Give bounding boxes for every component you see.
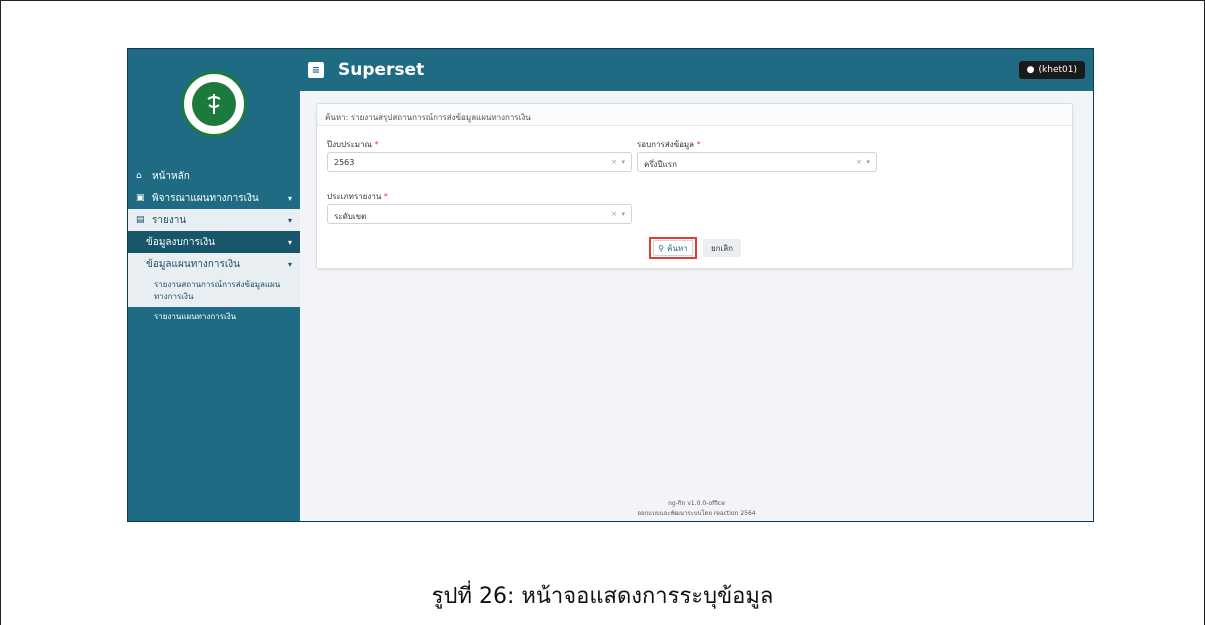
type-label-text: ประเภทรายงาน bbox=[327, 192, 382, 201]
sidebar-item-reports[interactable]: ▤ รายงาน ▾ bbox=[128, 209, 300, 231]
sidebar-item-home[interactable]: ⌂ หน้าหลัก bbox=[128, 165, 300, 187]
logo-area bbox=[128, 49, 300, 159]
chevron-down-icon: ▾ bbox=[287, 215, 292, 225]
sidebar-item-label: ข้อมูลงบการเงิน bbox=[146, 236, 215, 248]
search-button-label: ค้นหา bbox=[667, 243, 688, 253]
logo-emblem-icon bbox=[192, 82, 236, 126]
select-controls: × ▾ bbox=[856, 158, 870, 166]
chevron-down-icon[interactable]: ▾ bbox=[866, 158, 870, 166]
credit-text: ออกแบบและพัฒนาระบบโดย reaction 2564 bbox=[637, 510, 756, 517]
sidebar-item-label: พิจารณาแผนทางการเงิน bbox=[152, 192, 259, 204]
search-button[interactable]: ⚲ ค้นหา bbox=[653, 240, 693, 256]
clear-icon[interactable]: × bbox=[856, 158, 862, 166]
ministry-logo bbox=[181, 71, 247, 137]
file-icon: ▤ bbox=[136, 215, 145, 225]
year-select[interactable]: 2563 × ▾ bbox=[327, 152, 632, 172]
user-icon: ● bbox=[1026, 65, 1035, 75]
clear-icon[interactable]: × bbox=[611, 158, 617, 166]
menu-toggle-icon[interactable]: ≡ bbox=[308, 62, 324, 78]
home-icon: ⌂ bbox=[136, 171, 142, 181]
round-select[interactable]: ครึ่งปีแรก × ▾ bbox=[637, 152, 877, 172]
round-value: ครึ่งปีแรก bbox=[644, 160, 677, 169]
sidebar-item-label: รายงานแผนทางการเงิน bbox=[154, 312, 237, 321]
required-mark: * bbox=[383, 192, 388, 201]
sidebar-item-label: รายงาน bbox=[152, 214, 187, 226]
top-navbar: ≡ Superset ● (khet01) bbox=[300, 49, 1093, 91]
report-type-select[interactable]: ระดับเขต × ▾ bbox=[327, 204, 632, 224]
user-menu-button[interactable]: ● (khet01) bbox=[1018, 61, 1085, 79]
chevron-down-icon: ▾ bbox=[287, 237, 292, 247]
sidebar-item-financial-plan[interactable]: ▣ พิจารณาแผนทางการเงิน ▾ bbox=[128, 187, 300, 209]
search-button-highlight: ⚲ ค้นหา bbox=[649, 237, 697, 259]
sidebar-subitem-financial-plan-data[interactable]: ข้อมูลแผนทางการเงิน ▾ bbox=[128, 253, 300, 275]
sidebar-subitem-financial-statements[interactable]: ข้อมูลงบการเงิน ▾ bbox=[128, 231, 300, 253]
round-label-text: รอบการส่งข้อมูล bbox=[637, 140, 695, 149]
year-label-text: ปีงบประมาณ bbox=[327, 140, 372, 149]
required-mark: * bbox=[374, 140, 379, 149]
version-text: ng-fin v1.0.0-office bbox=[668, 500, 725, 507]
search-icon: ⚲ bbox=[658, 243, 665, 253]
cancel-button-label: ยกเลิก bbox=[710, 243, 733, 253]
required-mark: * bbox=[696, 140, 701, 149]
app-title: Superset bbox=[338, 60, 425, 80]
sidebar-nav: ⌂ หน้าหลัก ▣ พิจารณาแผนทางการเงิน ▾ ▤ รา… bbox=[128, 165, 300, 327]
clear-icon[interactable]: × bbox=[611, 210, 617, 218]
chevron-down-icon: ▾ bbox=[287, 193, 292, 203]
chevron-down-icon[interactable]: ▾ bbox=[621, 210, 625, 218]
chevron-down-icon: ▾ bbox=[287, 259, 292, 269]
sidebar-subitem-submission-status-report[interactable]: รายงานสถานการณ์การส่งข้อมูลแผนทางการเงิน bbox=[128, 275, 300, 307]
sidebar-item-label: หน้าหลัก bbox=[152, 170, 190, 182]
type-label: ประเภทรายงาน * bbox=[327, 190, 388, 203]
cancel-button[interactable]: ยกเลิก bbox=[703, 239, 741, 257]
screenshot: ⌂ หน้าหลัก ▣ พิจารณาแผนทางการเงิน ▾ ▤ รา… bbox=[127, 48, 1094, 522]
sidebar: ⌂ หน้าหลัก ▣ พิจารณาแผนทางการเงิน ▾ ▤ รา… bbox=[128, 49, 300, 521]
sidebar-item-label: ข้อมูลแผนทางการเงิน bbox=[146, 258, 240, 270]
footer: ng-fin v1.0.0-office ออกแบบและพัฒนาระบบโ… bbox=[300, 499, 1093, 519]
sidebar-item-label: รายงานสถานการณ์การส่งข้อมูลแผนทางการเงิน bbox=[154, 280, 281, 301]
user-name: (khet01) bbox=[1038, 65, 1077, 75]
year-value: 2563 bbox=[334, 158, 355, 167]
sidebar-subitem-financial-plan-report[interactable]: รายงานแผนทางการเงิน bbox=[128, 307, 300, 327]
figure-caption: รูปที่ 26: หน้าจอแสดงการระบุข้อมูล bbox=[431, 584, 774, 609]
card-title: ค้นหา: รายงานสรุปสถานการณ์การส่งข้อมูลแผ… bbox=[317, 104, 1072, 126]
select-controls: × ▾ bbox=[611, 158, 625, 166]
report-type-value: ระดับเขต bbox=[334, 212, 367, 221]
round-label: รอบการส่งข้อมูล * bbox=[637, 138, 701, 151]
search-card: ค้นหา: รายงานสรุปสถานการณ์การส่งข้อมูลแผ… bbox=[316, 103, 1073, 269]
select-controls: × ▾ bbox=[611, 210, 625, 218]
chevron-down-icon[interactable]: ▾ bbox=[621, 158, 625, 166]
year-label: ปีงบประมาณ * bbox=[327, 138, 378, 151]
clipboard-icon: ▣ bbox=[136, 193, 145, 203]
